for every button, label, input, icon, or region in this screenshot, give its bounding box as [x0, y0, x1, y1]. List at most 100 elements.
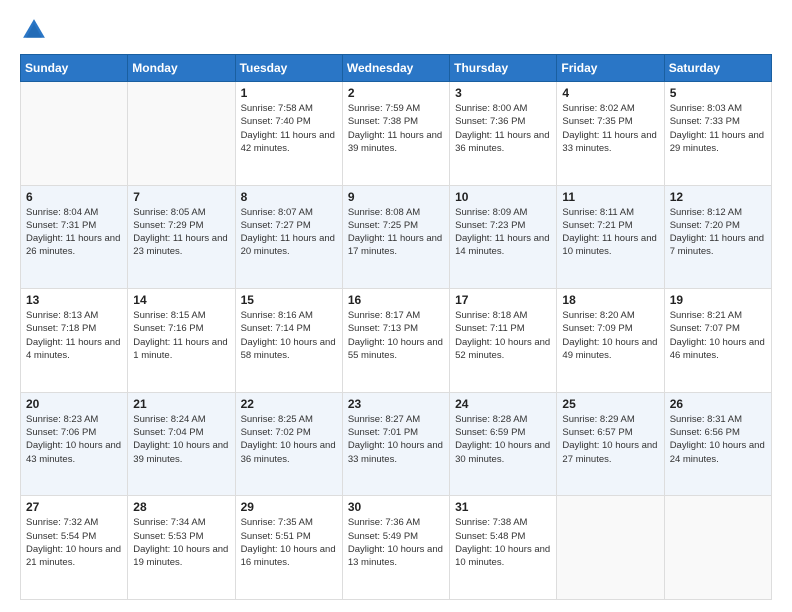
day-info: Sunrise: 8:04 AMSunset: 7:31 PMDaylight:… — [26, 206, 122, 259]
calendar-cell: 15 Sunrise: 8:16 AMSunset: 7:14 PMDayligh… — [235, 289, 342, 393]
calendar-table: SundayMondayTuesdayWednesdayThursdayFrid… — [20, 54, 772, 600]
day-info: Sunrise: 8:05 AMSunset: 7:29 PMDaylight:… — [133, 206, 229, 259]
day-number: 3 — [455, 86, 551, 100]
day-info: Sunrise: 8:17 AMSunset: 7:13 PMDaylight:… — [348, 309, 444, 362]
calendar-cell: 28 Sunrise: 7:34 AMSunset: 5:53 PMDayligh… — [128, 496, 235, 600]
day-info: Sunrise: 8:25 AMSunset: 7:02 PMDaylight:… — [241, 413, 337, 466]
calendar-cell: 14 Sunrise: 8:15 AMSunset: 7:16 PMDayligh… — [128, 289, 235, 393]
day-info: Sunrise: 8:11 AMSunset: 7:21 PMDaylight:… — [562, 206, 658, 259]
day-number: 27 — [26, 500, 122, 514]
day-info: Sunrise: 7:36 AMSunset: 5:49 PMDaylight:… — [348, 516, 444, 569]
calendar-cell: 27 Sunrise: 7:32 AMSunset: 5:54 PMDayligh… — [21, 496, 128, 600]
day-number: 6 — [26, 190, 122, 204]
day-number: 15 — [241, 293, 337, 307]
weekday-header-tuesday: Tuesday — [235, 55, 342, 82]
day-number: 20 — [26, 397, 122, 411]
calendar-cell: 11 Sunrise: 8:11 AMSunset: 7:21 PMDayligh… — [557, 185, 664, 289]
day-info: Sunrise: 7:34 AMSunset: 5:53 PMDaylight:… — [133, 516, 229, 569]
day-info: Sunrise: 8:09 AMSunset: 7:23 PMDaylight:… — [455, 206, 551, 259]
day-number: 2 — [348, 86, 444, 100]
weekday-header-wednesday: Wednesday — [342, 55, 449, 82]
calendar-week-4: 20 Sunrise: 8:23 AMSunset: 7:06 PMDayligh… — [21, 392, 772, 496]
calendar-cell — [557, 496, 664, 600]
day-number: 10 — [455, 190, 551, 204]
calendar-cell: 19 Sunrise: 8:21 AMSunset: 7:07 PMDayligh… — [664, 289, 771, 393]
day-info: Sunrise: 8:00 AMSunset: 7:36 PMDaylight:… — [455, 102, 551, 155]
calendar-cell: 16 Sunrise: 8:17 AMSunset: 7:13 PMDayligh… — [342, 289, 449, 393]
day-info: Sunrise: 7:32 AMSunset: 5:54 PMDaylight:… — [26, 516, 122, 569]
day-number: 13 — [26, 293, 122, 307]
day-number: 17 — [455, 293, 551, 307]
day-info: Sunrise: 7:38 AMSunset: 5:48 PMDaylight:… — [455, 516, 551, 569]
calendar-cell: 4Sunrise: 8:02 AMSunset: 7:35 PMDaylight… — [557, 82, 664, 186]
header — [20, 16, 772, 44]
day-info: Sunrise: 8:31 AMSunset: 6:56 PMDaylight:… — [670, 413, 766, 466]
calendar-week-2: 6 Sunrise: 8:04 AMSunset: 7:31 PMDaylight… — [21, 185, 772, 289]
calendar-cell: 31 Sunrise: 7:38 AMSunset: 5:48 PMDayligh… — [450, 496, 557, 600]
day-info: Sunrise: 8:08 AMSunset: 7:25 PMDaylight:… — [348, 206, 444, 259]
calendar-cell: 3 Sunrise: 8:00 AMSunset: 7:36 PMDaylight… — [450, 82, 557, 186]
day-info: Sunrise: 8:27 AMSunset: 7:01 PMDaylight:… — [348, 413, 444, 466]
calendar-cell: 9 Sunrise: 8:08 AMSunset: 7:25 PMDaylight… — [342, 185, 449, 289]
day-number: 25 — [562, 397, 658, 411]
calendar-cell — [21, 82, 128, 186]
calendar-cell: 2 Sunrise: 7:59 AMSunset: 7:38 PMDaylight… — [342, 82, 449, 186]
day-info: Sunrise: 8:23 AMSunset: 7:06 PMDaylight:… — [26, 413, 122, 466]
calendar-cell: 21 Sunrise: 8:24 AMSunset: 7:04 PMDayligh… — [128, 392, 235, 496]
calendar-cell: 24 Sunrise: 8:28 AMSunset: 6:59 PMDayligh… — [450, 392, 557, 496]
calendar-cell: 7 Sunrise: 8:05 AMSunset: 7:29 PMDaylight… — [128, 185, 235, 289]
calendar-week-5: 27 Sunrise: 7:32 AMSunset: 5:54 PMDayligh… — [21, 496, 772, 600]
day-number: 30 — [348, 500, 444, 514]
calendar-cell: 17Sunrise: 8:18 AMSunset: 7:11 PMDayligh… — [450, 289, 557, 393]
calendar-cell: 30 Sunrise: 7:36 AMSunset: 5:49 PMDayligh… — [342, 496, 449, 600]
day-info: Sunrise: 8:03 AMSunset: 7:33 PMDaylight:… — [670, 102, 766, 155]
day-number: 9 — [348, 190, 444, 204]
day-info: Sunrise: 8:24 AMSunset: 7:04 PMDaylight:… — [133, 413, 229, 466]
calendar-cell: 1Sunrise: 7:58 AMSunset: 7:40 PMDaylight… — [235, 82, 342, 186]
calendar-cell: 20 Sunrise: 8:23 AMSunset: 7:06 PMDayligh… — [21, 392, 128, 496]
day-info: Sunrise: 8:16 AMSunset: 7:14 PMDaylight:… — [241, 309, 337, 362]
day-number: 4 — [562, 86, 658, 100]
calendar-cell: 6 Sunrise: 8:04 AMSunset: 7:31 PMDaylight… — [21, 185, 128, 289]
calendar-cell: 25Sunrise: 8:29 AMSunset: 6:57 PMDayligh… — [557, 392, 664, 496]
day-number: 12 — [670, 190, 766, 204]
day-number: 31 — [455, 500, 551, 514]
day-info: Sunrise: 7:58 AMSunset: 7:40 PMDaylight:… — [241, 102, 337, 155]
weekday-header-sunday: Sunday — [21, 55, 128, 82]
calendar-week-1: 1Sunrise: 7:58 AMSunset: 7:40 PMDaylight… — [21, 82, 772, 186]
day-number: 19 — [670, 293, 766, 307]
logo — [20, 16, 52, 44]
day-info: Sunrise: 8:12 AMSunset: 7:20 PMDaylight:… — [670, 206, 766, 259]
weekday-row: SundayMondayTuesdayWednesdayThursdayFrid… — [21, 55, 772, 82]
day-info: Sunrise: 8:21 AMSunset: 7:07 PMDaylight:… — [670, 309, 766, 362]
day-info: Sunrise: 8:07 AMSunset: 7:27 PMDaylight:… — [241, 206, 337, 259]
day-number: 16 — [348, 293, 444, 307]
day-number: 18 — [562, 293, 658, 307]
day-info: Sunrise: 8:15 AMSunset: 7:16 PMDaylight:… — [133, 309, 229, 362]
calendar-cell: 5 Sunrise: 8:03 AMSunset: 7:33 PMDaylight… — [664, 82, 771, 186]
day-number: 5 — [670, 86, 766, 100]
logo-icon — [20, 16, 48, 44]
day-number: 21 — [133, 397, 229, 411]
day-number: 24 — [455, 397, 551, 411]
calendar-body: 1Sunrise: 7:58 AMSunset: 7:40 PMDaylight… — [21, 82, 772, 600]
day-number: 28 — [133, 500, 229, 514]
calendar-week-3: 13Sunrise: 8:13 AMSunset: 7:18 PMDayligh… — [21, 289, 772, 393]
calendar-cell: 8Sunrise: 8:07 AMSunset: 7:27 PMDaylight… — [235, 185, 342, 289]
day-number: 29 — [241, 500, 337, 514]
day-number: 7 — [133, 190, 229, 204]
page: SundayMondayTuesdayWednesdayThursdayFrid… — [0, 0, 792, 612]
day-number: 14 — [133, 293, 229, 307]
weekday-header-thursday: Thursday — [450, 55, 557, 82]
calendar-cell: 23Sunrise: 8:27 AMSunset: 7:01 PMDayligh… — [342, 392, 449, 496]
calendar-cell: 10 Sunrise: 8:09 AMSunset: 7:23 PMDayligh… — [450, 185, 557, 289]
calendar-cell: 29Sunrise: 7:35 AMSunset: 5:51 PMDayligh… — [235, 496, 342, 600]
weekday-header-monday: Monday — [128, 55, 235, 82]
calendar-cell: 13Sunrise: 8:13 AMSunset: 7:18 PMDayligh… — [21, 289, 128, 393]
day-info: Sunrise: 8:20 AMSunset: 7:09 PMDaylight:… — [562, 309, 658, 362]
weekday-header-friday: Friday — [557, 55, 664, 82]
calendar-header: SundayMondayTuesdayWednesdayThursdayFrid… — [21, 55, 772, 82]
day-info: Sunrise: 8:28 AMSunset: 6:59 PMDaylight:… — [455, 413, 551, 466]
day-number: 11 — [562, 190, 658, 204]
day-info: Sunrise: 7:59 AMSunset: 7:38 PMDaylight:… — [348, 102, 444, 155]
